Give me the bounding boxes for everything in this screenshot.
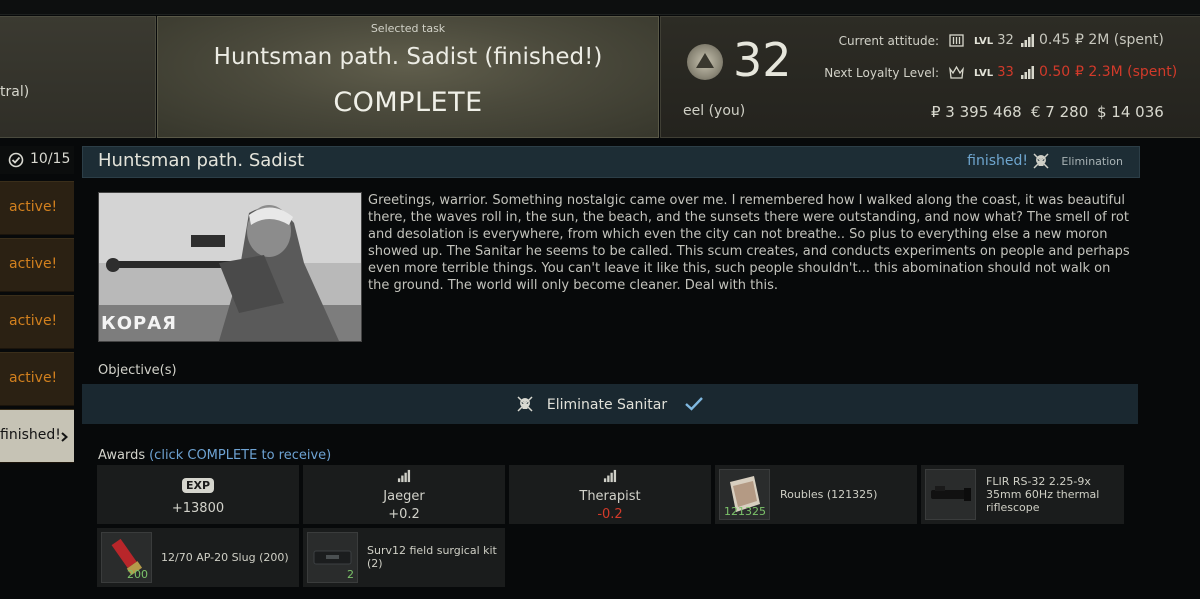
task-tab-status: active!	[9, 199, 58, 215]
next-loyalty-row: Next Loyalty Level: LVL 33 0.50 ₽ 2.3M (…	[661, 64, 1200, 84]
awards-hint: (click COMPLETE to receive)	[149, 448, 332, 463]
objective-row: Eliminate Sanitar	[82, 384, 1138, 424]
award-item-roubles[interactable]: 121325 Roubles (121325)	[715, 465, 917, 524]
rep-change: -0.2	[597, 507, 623, 522]
slug-item-slot[interactable]: 200	[101, 532, 152, 583]
next-lvl: LVL 33	[974, 65, 1014, 80]
check-icon	[684, 397, 703, 411]
skull-icon	[1033, 153, 1049, 169]
next-loyalty-label: Next Loyalty Level:	[824, 66, 939, 80]
task-tab-selected[interactable]: finished!	[0, 409, 74, 463]
currency-row: ₽ 3 395 468 € 7 280 $ 14 036	[661, 103, 1171, 123]
task-tab[interactable]: active!	[0, 238, 74, 292]
award-item-scope[interactable]: FLIR RS-32 2.25-9x 35mm 60Hz thermal rif…	[921, 465, 1124, 524]
task-description: Greetings, warrior. Something nostalgic …	[368, 193, 1130, 293]
exp-value: +13800	[171, 501, 225, 516]
current-lvl-value: 32	[997, 33, 1014, 48]
exp-badge-wrap: EXP	[97, 474, 299, 493]
riflescope-icon	[931, 486, 971, 501]
reputation-icon	[1021, 34, 1034, 47]
previous-trader-panel[interactable]: tral)	[0, 16, 156, 138]
crown-icon	[949, 65, 964, 79]
task-image: КОРАЯ	[98, 192, 362, 342]
award-item-surgical-kit[interactable]: 2 Surv12 field surgical kit (2)	[303, 528, 505, 587]
task-tab[interactable]: active!	[0, 352, 74, 406]
current-attitude-label: Current attitude:	[838, 34, 939, 48]
rep-icon-wrap	[303, 468, 505, 487]
selected-task-label: Selected task	[370, 22, 446, 35]
trader-loyalty-panel: 32 eel (you) Current attitude: LVL 32 0.…	[660, 16, 1200, 138]
rep-change: +0.2	[388, 507, 420, 522]
roubles-balance: ₽ 3 395 468	[931, 103, 1022, 121]
task-status: finished!	[967, 153, 1028, 169]
current-rep: 0.45	[1039, 32, 1071, 48]
task-title: Huntsman path. Sadist	[98, 150, 305, 171]
award-reputation-therapist: Therapist -0.2	[509, 465, 711, 524]
task-type: Elimination	[1061, 155, 1123, 168]
item-label: Surv12 field surgical kit (2)	[367, 544, 497, 570]
complete-button[interactable]: COMPLETE	[278, 87, 538, 127]
next-rep: 0.50	[1039, 64, 1071, 80]
objective-text: Eliminate Sanitar	[546, 397, 668, 413]
task-counter-value: 10/15	[30, 151, 71, 167]
rep-trader-name: Jaeger	[383, 489, 425, 504]
loyalty-level-icon	[949, 34, 964, 47]
current-lvl: LVL 32	[974, 33, 1014, 48]
current-lvl-prefix: LVL	[974, 36, 994, 47]
objectives-label: Objective(s)	[98, 363, 177, 378]
top-strip	[0, 0, 1200, 15]
award-item-slug[interactable]: 200 12/70 AP-20 Slug (200)	[97, 528, 299, 587]
next-lvl-prefix: LVL	[974, 68, 994, 79]
awards-label: Awards (click COMPLETE to receive)	[98, 448, 331, 463]
task-tab-status: active!	[9, 370, 58, 386]
next-money: ₽ 2.3M (spent)	[1075, 64, 1178, 80]
award-reputation-jaeger: Jaeger +0.2	[303, 465, 505, 524]
next-lvl-value: 33	[997, 65, 1014, 80]
previous-trader-text: tral)	[0, 84, 30, 100]
rep-icon-wrap	[509, 468, 711, 487]
item-label: Roubles (121325)	[780, 488, 878, 501]
reputation-icon	[603, 469, 617, 483]
current-attitude-row: Current attitude: LVL 32 0.45 ₽ 2M (spen…	[661, 32, 1200, 52]
task-tab[interactable]: active!	[0, 295, 74, 349]
task-counter: 10/15	[0, 146, 74, 174]
award-experience: EXP +13800	[97, 465, 299, 524]
euros-balance: € 7 280	[1031, 103, 1089, 121]
chevron-right-icon	[61, 432, 68, 442]
roubles-item-slot[interactable]: 121325	[719, 469, 770, 520]
item-count: 200	[127, 568, 148, 581]
task-tab-status: finished!	[0, 427, 61, 443]
current-money: ₽ 2M (spent)	[1075, 32, 1164, 48]
rep-trader-name: Therapist	[579, 489, 641, 504]
task-tab-status: active!	[9, 313, 58, 329]
task-tab[interactable]: active!	[0, 181, 74, 235]
check-circle-icon	[8, 152, 24, 168]
image-sign-text: КОРАЯ	[101, 313, 177, 334]
item-label: 12/70 AP-20 Slug (200)	[161, 551, 289, 564]
dollars-balance: $ 14 036	[1097, 103, 1164, 121]
selected-task-name: Huntsman path. Sadist (finished!)	[213, 44, 603, 70]
awards-title: Awards	[98, 448, 146, 463]
reputation-icon	[397, 469, 411, 483]
objective-content: Eliminate Sanitar	[82, 395, 1138, 413]
item-label: FLIR RS-32 2.25-9x 35mm 60Hz thermal rif…	[986, 475, 1100, 514]
task-header: Huntsman path. Sadist finished! Eliminat…	[82, 146, 1140, 178]
reputation-icon	[1021, 66, 1034, 79]
selected-task-panel: Selected task Huntsman path. Sadist (fin…	[157, 16, 659, 138]
scope-item-slot[interactable]	[925, 469, 976, 520]
surgical-kit-item-slot[interactable]: 2	[307, 532, 358, 583]
item-count: 121325	[724, 505, 766, 518]
exp-badge-icon: EXP	[181, 478, 215, 493]
task-tab-status: active!	[9, 256, 58, 272]
item-count: 2	[347, 568, 354, 581]
skull-icon	[517, 396, 533, 412]
